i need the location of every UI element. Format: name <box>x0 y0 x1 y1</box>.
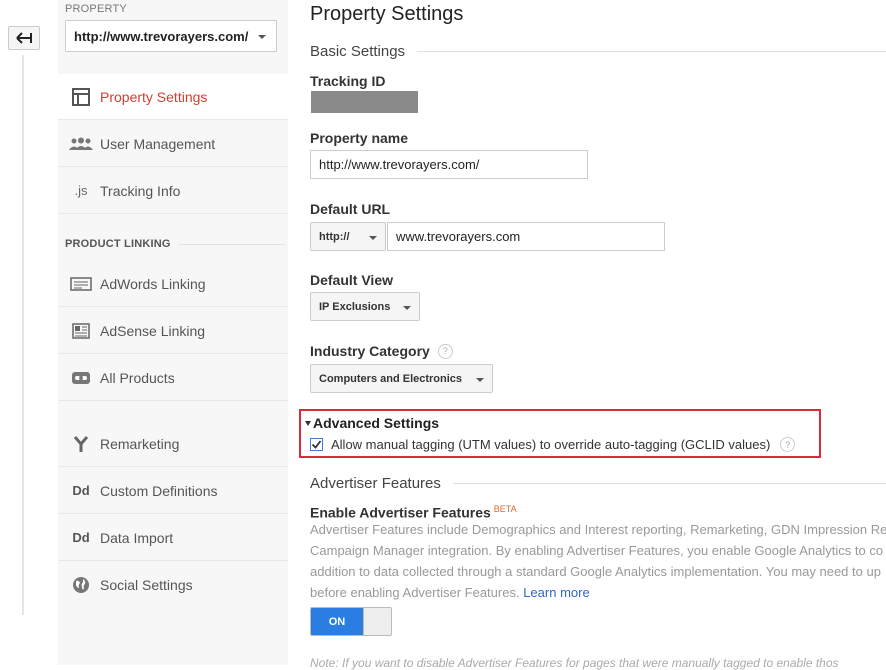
industry-category-label: Industry Category ? <box>310 343 453 359</box>
default-view-label: Default View <box>310 272 393 288</box>
dd-icon: Dd <box>72 530 90 545</box>
toggle-knob <box>363 608 391 635</box>
manual-tagging-row: Allow manual tagging (UTM values) to ove… <box>310 437 796 452</box>
industry-category-select[interactable]: Computers and Electronics <box>310 364 493 393</box>
adwords-icon <box>66 276 96 291</box>
default-url-input[interactable]: www.trevorayers.com <box>387 222 665 251</box>
property-select-value: http://www.trevorayers.com/ <box>74 28 249 44</box>
beta-badge: BETA <box>493 504 517 514</box>
nav-rail <box>22 55 24 615</box>
remarketing-icon <box>66 435 96 453</box>
advanced-settings-toggle[interactable]: Advanced Settings <box>305 415 439 431</box>
sidebar-item-adsense-linking[interactable]: AdSense Linking <box>58 308 288 354</box>
industry-category-value: Computers and Electronics <box>319 372 463 385</box>
advertiser-features-heading: Advertiser Features <box>310 475 886 492</box>
help-icon[interactable]: ? <box>780 437 796 452</box>
url-protocol-value: http:// <box>319 230 350 243</box>
advertiser-features-toggle[interactable]: ON <box>310 607 392 636</box>
default-url-label: Default URL <box>310 201 391 217</box>
chevron-down-icon <box>476 378 484 382</box>
sidebar-item-social-settings[interactable]: Social Settings <box>58 562 288 608</box>
tracking-id-label: Tracking ID <box>310 73 386 89</box>
sidebar-item-remarketing[interactable]: Remarketing <box>58 421 288 467</box>
sidebar-item-label: Property Settings <box>100 88 208 105</box>
page-title: Property Settings <box>310 3 464 25</box>
tracking-id-value-redacted <box>311 91 418 113</box>
sidebar-item-label: Social Settings <box>100 577 193 593</box>
dd-icon: Dd <box>72 483 90 498</box>
arrow-left-icon <box>16 32 32 44</box>
sidebar-item-all-products[interactable]: All Products <box>58 355 288 401</box>
default-view-select[interactable]: IP Exclusions <box>310 292 420 321</box>
property-settings-panel: Property Settings Basic Settings Trackin… <box>299 0 886 670</box>
url-protocol-select[interactable]: http:// <box>310 222 386 251</box>
chevron-down-icon <box>369 236 377 240</box>
link-icon <box>66 371 96 385</box>
advertiser-features-note: Note: If you want to disable Advertiser … <box>310 656 839 670</box>
advertiser-features-description: Advertiser Features include Demographics… <box>310 522 886 600</box>
property-name-label: Property name <box>310 130 409 146</box>
default-view-value: IP Exclusions <box>319 300 391 313</box>
chevron-down-icon <box>403 306 411 310</box>
sidebar-item-label: Custom Definitions <box>100 482 218 499</box>
basic-settings-heading: Basic Settings <box>310 43 886 60</box>
manual-tagging-checkbox[interactable] <box>310 438 323 451</box>
sidebar-item-custom-definitions[interactable]: Dd Custom Definitions <box>58 468 288 514</box>
check-icon <box>311 440 322 449</box>
manual-tagging-label: Allow manual tagging (UTM values) to ove… <box>331 437 771 452</box>
chevron-down-icon <box>258 35 266 39</box>
globe-icon <box>66 576 96 594</box>
sidebar-item-user-management[interactable]: User Management <box>58 121 288 167</box>
adsense-icon <box>66 322 96 339</box>
sidebar-item-label: All Products <box>100 369 175 386</box>
sidebar-item-label: AdSense Linking <box>100 322 206 339</box>
admin-sidebar: PROPERTY http://www.trevorayers.com/ Pro… <box>58 0 296 665</box>
js-icon: .js <box>74 183 88 198</box>
triangle-down-icon <box>305 420 311 426</box>
back-button[interactable] <box>8 26 40 50</box>
property-label: PROPERTY <box>65 3 127 15</box>
layout-icon <box>66 87 96 106</box>
toggle-on-label: ON <box>311 608 363 635</box>
help-icon[interactable]: ? <box>437 343 453 359</box>
sidebar-item-tracking-info[interactable]: .js Tracking Info <box>58 168 288 214</box>
users-icon <box>66 137 96 151</box>
sidebar-item-label: Tracking Info <box>100 182 181 199</box>
sidebar-item-adwords-linking[interactable]: AdWords Linking <box>58 261 288 307</box>
sidebar-item-label: Remarketing <box>100 435 180 452</box>
property-name-input[interactable]: http://www.trevorayers.com/ <box>310 150 588 179</box>
sidebar-item-data-import[interactable]: Dd Data Import <box>58 515 288 561</box>
learn-more-link[interactable]: Learn more <box>523 585 589 600</box>
product-linking-heading: PRODUCT LINKING <box>65 238 285 250</box>
sidebar-item-label: AdWords Linking <box>100 275 206 292</box>
sidebar-item-label: User Management <box>100 135 216 152</box>
sidebar-item-property-settings[interactable]: Property Settings <box>58 74 296 120</box>
property-select[interactable]: http://www.trevorayers.com/ <box>65 20 277 52</box>
sidebar-item-label: Data Import <box>100 529 174 546</box>
